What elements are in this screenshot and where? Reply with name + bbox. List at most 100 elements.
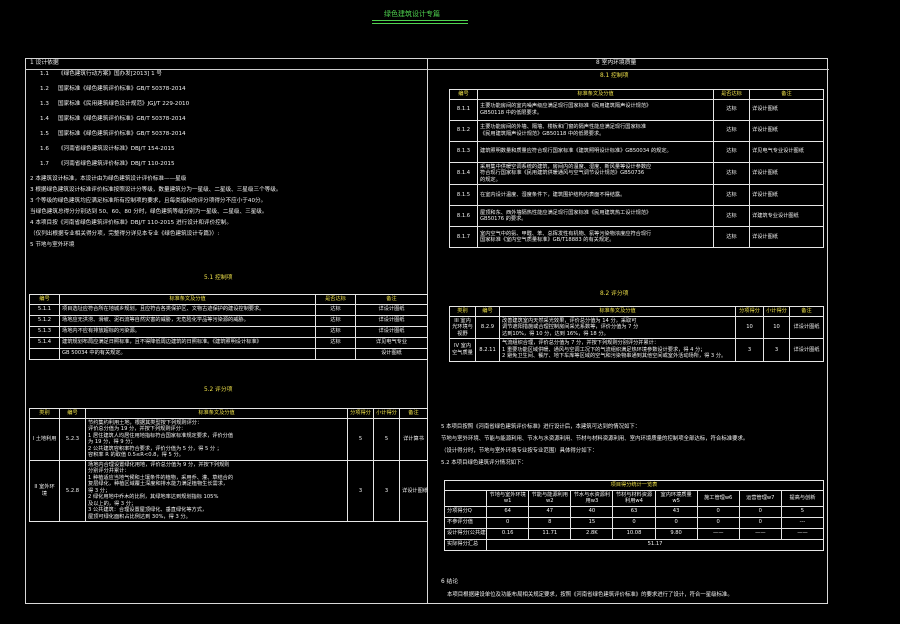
remark-cell: 详设计图纸 (749, 119, 824, 142)
basis-item-text: 《河南省绿色建筑设计标准》DBJ/T 154-2015 (58, 146, 175, 152)
note-line: 4 本项目按《河南省绿色建筑评价标准》DBJ/T 110-2015 进行设计和评… (30, 220, 232, 226)
row-number: 8.1.5 (449, 184, 478, 206)
table-header-cell: 备注 (749, 89, 824, 100)
compliance-cell: 达标 (315, 336, 356, 349)
row-number: 5.1.4 (29, 336, 60, 349)
score-cell: 15 (570, 516, 614, 529)
remark-cell: 详设计图纸 (749, 98, 824, 121)
table-header-cell: 分项得分 (347, 408, 374, 419)
score-cell: 0 (654, 516, 698, 529)
criteria-line: 国家标准《室内空气质量标准》GB/T18883 的有关规定。 (480, 237, 615, 243)
table-row: 8.1.1 主要功能房间的室内噪声级应满足现行国家标准《民用建筑隔声设计规范》 GB… (449, 98, 824, 121)
table-row: 8.1.5 在室内设计温度、湿度条件下，建筑围护结构内表面不得结露。 达标 详设计图纸 (449, 184, 824, 206)
subtotal-cell: 3 (763, 338, 790, 362)
criteria-cell: 场地应无洪涝、滑坡、泥石流等自然灾害的威胁，无危险化学品等污染源的威胁。 (59, 314, 316, 327)
compliance-cell: 达标 (315, 303, 356, 316)
conclusion-heading: 6 结论 (441, 579, 459, 585)
remark-cell: 详设计图纸 (355, 314, 428, 327)
row-number: 8.1.7 (449, 226, 478, 248)
criteria-cell: 场地内合理设置绿化用地，评价总分值为 9 分，并按下列规则 分别评分并累计： 1 种… (85, 459, 348, 522)
row-number: 8.1.4 (449, 161, 478, 185)
criteria-line: 《民用建筑隔声设计规范》GB50118 中的低限要求。 (480, 130, 605, 137)
summary-line: （设计得分时，节地与室外环境专业按专业范围）具体得分如下： (441, 448, 598, 454)
table-header-row: 类别 编号 标准条文及分值 分项得分 小计得分 备注 (29, 408, 428, 419)
table-row: 分项得分Q 64 47 40 63 43 0 0 5 (443, 505, 825, 518)
score-cell: 0.16 (486, 527, 530, 540)
compliance-cell: 达标 (713, 184, 750, 206)
title-underline-2 (372, 23, 468, 24)
basis-item-text: 国家标准《民用建筑绿色设计规范》JGJ/T 229-2010 (58, 101, 190, 107)
note-line: 5 节地与室外环境 (30, 242, 75, 248)
table-header-row: 编号 标准条文及分值 是否达标 备注 (449, 89, 824, 100)
score-table-caption-row: 项目得分统计一览表 (444, 480, 824, 491)
table-header-cell: 节水与水资源利用w3 (570, 489, 614, 507)
category-cell: IV 室内空气质量 (449, 338, 476, 362)
compliance-cell: 达标 (315, 325, 356, 338)
basis-item-text: 国家标准《绿色建筑评价标准》GB/T 50378-2014 (58, 86, 186, 92)
row-number (29, 347, 60, 360)
remark-cell: 详设计图纸 (789, 315, 824, 339)
table-row: 5.1.1 项目选址应符合所在地城乡规划，且应符合各类保护区、文物古迹保护的建设控… (29, 303, 428, 316)
table-header-row: 节地与室外环境w1 节能与能源利用w2 节水与水资源利用w3 节材与材料资源利用w4 室… (443, 489, 825, 507)
summary-line: 5.2 本项目绿色建筑评分情况如下： (441, 460, 527, 466)
category-cell: III 室内光环境与视野 (449, 315, 476, 339)
basis-item-text: 国家标准《绿色建筑评价标准》GB/T 50378-2014 (58, 116, 186, 122)
table-header-cell: 标准条文及分值 (85, 408, 348, 419)
score-table-caption: 项目得分统计一览表 (444, 480, 824, 491)
table-row: I 土地利用 5.2.3 节约集约利用土地，根据其类型按下列规则评分： 评价总分值为 … (29, 417, 428, 461)
section-5-2-title: 5.2 评分项 (204, 387, 233, 393)
criteria-line: 建筑照明数量和质量应符合现行国家标准《建筑照明设计标准》GB50034 的规定。 (480, 148, 672, 155)
criteria-cell: 建筑规划布局应满足日照标准，且不得降低周边建筑的日照标准。《建筑照明设计标准》 (59, 336, 316, 349)
remark-cell: 详建筑专业设计图纸 (749, 205, 824, 227)
criteria-line: GB50118 中的低限要求。 (480, 109, 543, 116)
criteria-line: 容积率 R 的取值 0.5≤R<0.8，得 5 分。 (88, 452, 184, 458)
criteria-cell: GB 50034 中的有关规定。 (59, 347, 316, 360)
summary-line: 5 本项目按照《河南省绿色建筑评价标准》进行设计后，本建筑可达到的情况如下： (441, 424, 641, 430)
table-row: 设计得分(公共建筑)0.1611.712.8K10.089.80—————— (443, 527, 825, 540)
row-number: 5.1.2 (29, 314, 60, 327)
table-5-2: 类别 编号 标准条文及分值 分项得分 小计得分 备注 I 土地利用 5.2.3 节约集约利用土地… (29, 408, 428, 522)
table-row: 8.1.3 建筑照明数量和质量应符合现行国家标准《建筑照明设计标准》GB50034… (449, 140, 824, 163)
row-number: 5.1.3 (29, 325, 60, 338)
section-8-title: 8 室内环境质量 (596, 60, 637, 66)
score-cell: --- (780, 516, 825, 529)
score-cell: 40 (570, 505, 614, 518)
table-row: 不参评分值 0 8 15 0 0 0 0 --- (443, 516, 825, 529)
total-score-cell: 51.17 (486, 538, 824, 551)
row-label-cell: 设计得分(公共建筑) (443, 527, 488, 540)
score-cell: 0 (696, 505, 740, 518)
score-cell: 63 (612, 505, 656, 518)
table-header-cell: 是否达标 (713, 89, 750, 100)
table-row: 5.1.4 建筑规划布局应满足日照标准，且不得降低周边建筑的日照标准。《建筑照明设… (29, 336, 428, 349)
basis-item-no: 1.2 (40, 86, 49, 92)
category-cell: II 室外环境 (29, 459, 60, 522)
score-cell: 8 (528, 516, 572, 529)
page-title: 绿色建筑设计专篇 (384, 10, 440, 18)
table-row: 8.1.2 主要功能房间的外墙、隔墙、楼板和门窗的隔声性能应满足现行国家标准 《民用… (449, 119, 824, 142)
category-cell: I 土地利用 (29, 417, 60, 461)
criteria-cell: 改善建筑室内天然采光效果，评价总分值为 14 分，采取可 调节遮阳措施或合理控制房… (499, 315, 736, 339)
criteria-line: 在室内设计温度、湿度条件下，建筑围护结构内表面不得结露。 (480, 191, 626, 198)
section-8-1-title: 8.1 控制项 (600, 73, 629, 79)
table-header-cell: 编号 (29, 294, 60, 305)
table-row: 5.1.2 场地应无洪涝、滑坡、泥石流等自然灾害的威胁，无危险化学品等污染源的威胁… (29, 314, 428, 327)
score-cell: 47 (528, 505, 572, 518)
table-row: 8.1.7 室内空气中的氨、甲醛、苯、总挥发性有机物、氡等污染物浓度应符合现行 国家… (449, 226, 824, 248)
table-header-cell: 编号 (475, 306, 500, 317)
table-header-cell: 编号 (59, 408, 86, 419)
item-score-cell: 3 (347, 459, 374, 522)
header-rule-left (25, 69, 428, 70)
criteria-cell: 主要功能房间的室内噪声级应满足现行国家标准《民用建筑隔声设计规范》 GB50118… (477, 98, 714, 121)
score-table: 项目得分统计一览表 节地与室外环境w1 节能与能源利用w2 节水与水资源利用w3 节材与… (443, 480, 825, 551)
table-header-row: 类别 编号 标准条文及分值 分项得分 小计得分 备注 (449, 306, 824, 317)
table-header-cell: 是否达标 (315, 294, 356, 305)
remark-cell: 详设计图纸 (355, 325, 428, 338)
table-header-cell: 节地与室外环境w1 (486, 489, 530, 507)
score-cell: —— (780, 527, 825, 540)
section-5-1-title: 5.1 控制项 (204, 275, 233, 281)
score-cell: 11.71 (528, 527, 572, 540)
criteria-cell: 项目选址应符合所在地城乡规划，且应符合各类保护区、文物古迹保护的建设控制要求。 (59, 303, 316, 316)
note-line: 3 根据绿色建筑设计标准评价标准按照设计分等级，数量建筑分为一星级、二星级、三星… (30, 187, 282, 193)
table-header-cell: 节材与材料资源利用w4 (612, 489, 656, 507)
subtotal-cell: 10 (763, 315, 790, 339)
